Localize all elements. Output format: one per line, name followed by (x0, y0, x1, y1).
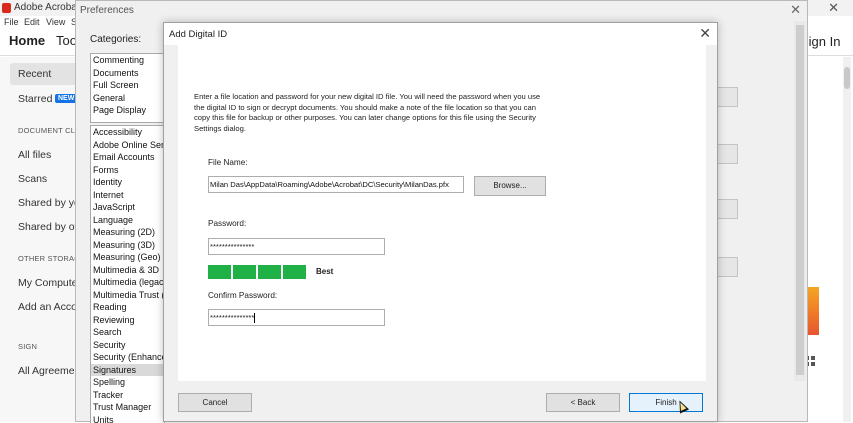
category-item[interactable]: Security (91, 339, 164, 352)
dialog-description: Enter a file location and password for y… (194, 92, 544, 134)
text-caret (254, 313, 255, 323)
category-item[interactable]: Security (Enhanced) (91, 351, 164, 364)
confirm-password-field[interactable]: *************** (208, 309, 385, 326)
preferences-close-icon[interactable]: ✕ (790, 2, 801, 18)
category-item[interactable]: JavaScript (91, 201, 164, 214)
tab-home[interactable]: Home (9, 33, 45, 48)
category-item[interactable]: Trust Manager (91, 401, 164, 414)
other-storage-header: OTHER STORAG (18, 254, 80, 263)
category-item[interactable]: Forms (91, 164, 164, 177)
back-button[interactable]: < Back (546, 393, 620, 412)
category-item[interactable]: Internet (91, 189, 164, 202)
category-item[interactable]: Measuring (2D) (91, 226, 164, 239)
category-item[interactable]: Multimedia (legacy) (91, 276, 164, 289)
cancel-button[interactable]: Cancel (178, 393, 252, 412)
category-item[interactable]: Reading (91, 301, 164, 314)
file-name-label: File Name: (208, 158, 248, 167)
preferences-button[interactable] (716, 199, 738, 219)
strength-segment (233, 265, 256, 279)
category-item[interactable]: Reviewing (91, 314, 164, 327)
categories-list-top: Commenting Documents Full Screen General… (90, 53, 165, 123)
category-item[interactable]: General (91, 92, 164, 105)
categories-list-bottom: Accessibility Adobe Online Servic Email … (90, 125, 165, 423)
confirm-password-value: *************** (210, 313, 254, 322)
category-item[interactable]: Language (91, 214, 164, 227)
strength-segment (208, 265, 231, 279)
category-item[interactable]: Tracker (91, 389, 164, 402)
add-digital-id-dialog: Add Digital ID ✕ Enter a file location a… (163, 22, 718, 422)
category-item[interactable]: Measuring (Geo) (91, 251, 164, 264)
password-label: Password: (208, 219, 246, 228)
category-item[interactable]: Measuring (3D) (91, 239, 164, 252)
scrollbar-thumb[interactable] (796, 25, 804, 375)
file-name-field[interactable]: Milan Das\AppData\Roaming\Adobe\Acrobat\… (208, 176, 464, 193)
sidebar-item-scans[interactable]: Scans (18, 173, 47, 185)
document-cloud-header: DOCUMENT CLO (18, 126, 81, 135)
password-field[interactable]: *************** (208, 238, 385, 255)
category-item[interactable]: Full Screen (91, 79, 164, 92)
menu-file[interactable]: File (4, 17, 19, 27)
dialog-title: Add Digital ID (169, 29, 227, 40)
sign-header: SIGN (18, 342, 37, 351)
dialog-body: Enter a file location and password for y… (178, 45, 706, 381)
finish-button[interactable]: Finish (629, 393, 703, 412)
password-strength-label: Best (316, 267, 333, 276)
password-strength-meter (208, 265, 306, 279)
confirm-password-label: Confirm Password: (208, 291, 277, 300)
sidebar-item-all-files[interactable]: All files (18, 149, 51, 161)
acrobat-close-icon[interactable]: ✕ (828, 0, 839, 16)
sidebar-item-add-account[interactable]: Add an Accou (18, 301, 83, 313)
preferences-button[interactable] (716, 144, 738, 164)
dialog-titlebar: Add Digital ID ✕ (164, 23, 717, 45)
menu-view[interactable]: View (46, 17, 65, 27)
acrobat-scrollbar[interactable] (843, 57, 851, 422)
browse-button[interactable]: Browse... (474, 176, 546, 196)
strength-segment (258, 265, 281, 279)
category-item-selected[interactable]: Signatures (91, 364, 164, 377)
dialog-close-icon[interactable]: ✕ (699, 25, 711, 42)
category-item[interactable]: Spelling (91, 376, 164, 389)
category-item[interactable]: Adobe Online Servic (91, 139, 164, 152)
scrollbar-thumb[interactable] (844, 67, 850, 89)
category-item[interactable]: Search (91, 326, 164, 339)
strength-segment (283, 265, 306, 279)
new-badge: NEW (55, 94, 77, 103)
category-item[interactable]: Email Accounts (91, 151, 164, 164)
sidebar-item-starred[interactable]: Starred (18, 93, 52, 105)
preferences-button[interactable] (716, 87, 738, 107)
preferences-button[interactable] (716, 257, 738, 277)
acrobat-logo-icon (2, 3, 11, 13)
category-item[interactable]: Commenting (91, 54, 164, 67)
category-item[interactable]: Multimedia & 3D (91, 264, 164, 277)
preferences-title: Preferences (80, 5, 134, 16)
menu-edit[interactable]: Edit (24, 17, 40, 27)
sidebar-item-my-computer[interactable]: My Computer (18, 277, 81, 289)
sidebar-item-all-agreements[interactable]: All Agreemen (18, 365, 80, 377)
sidebar-item-recent[interactable]: Recent (18, 68, 51, 80)
sidebar-item-shared-by-others[interactable]: Shared by oth (18, 221, 83, 233)
category-item[interactable]: Page Display (91, 104, 164, 117)
category-item[interactable]: Multimedia Trust (leg (91, 289, 164, 302)
category-item[interactable]: Identity (91, 176, 164, 189)
category-item[interactable]: Documents (91, 67, 164, 80)
categories-label: Categories: (90, 34, 141, 45)
preferences-scrollbar[interactable] (794, 21, 806, 381)
category-item[interactable]: Accessibility (91, 126, 164, 139)
